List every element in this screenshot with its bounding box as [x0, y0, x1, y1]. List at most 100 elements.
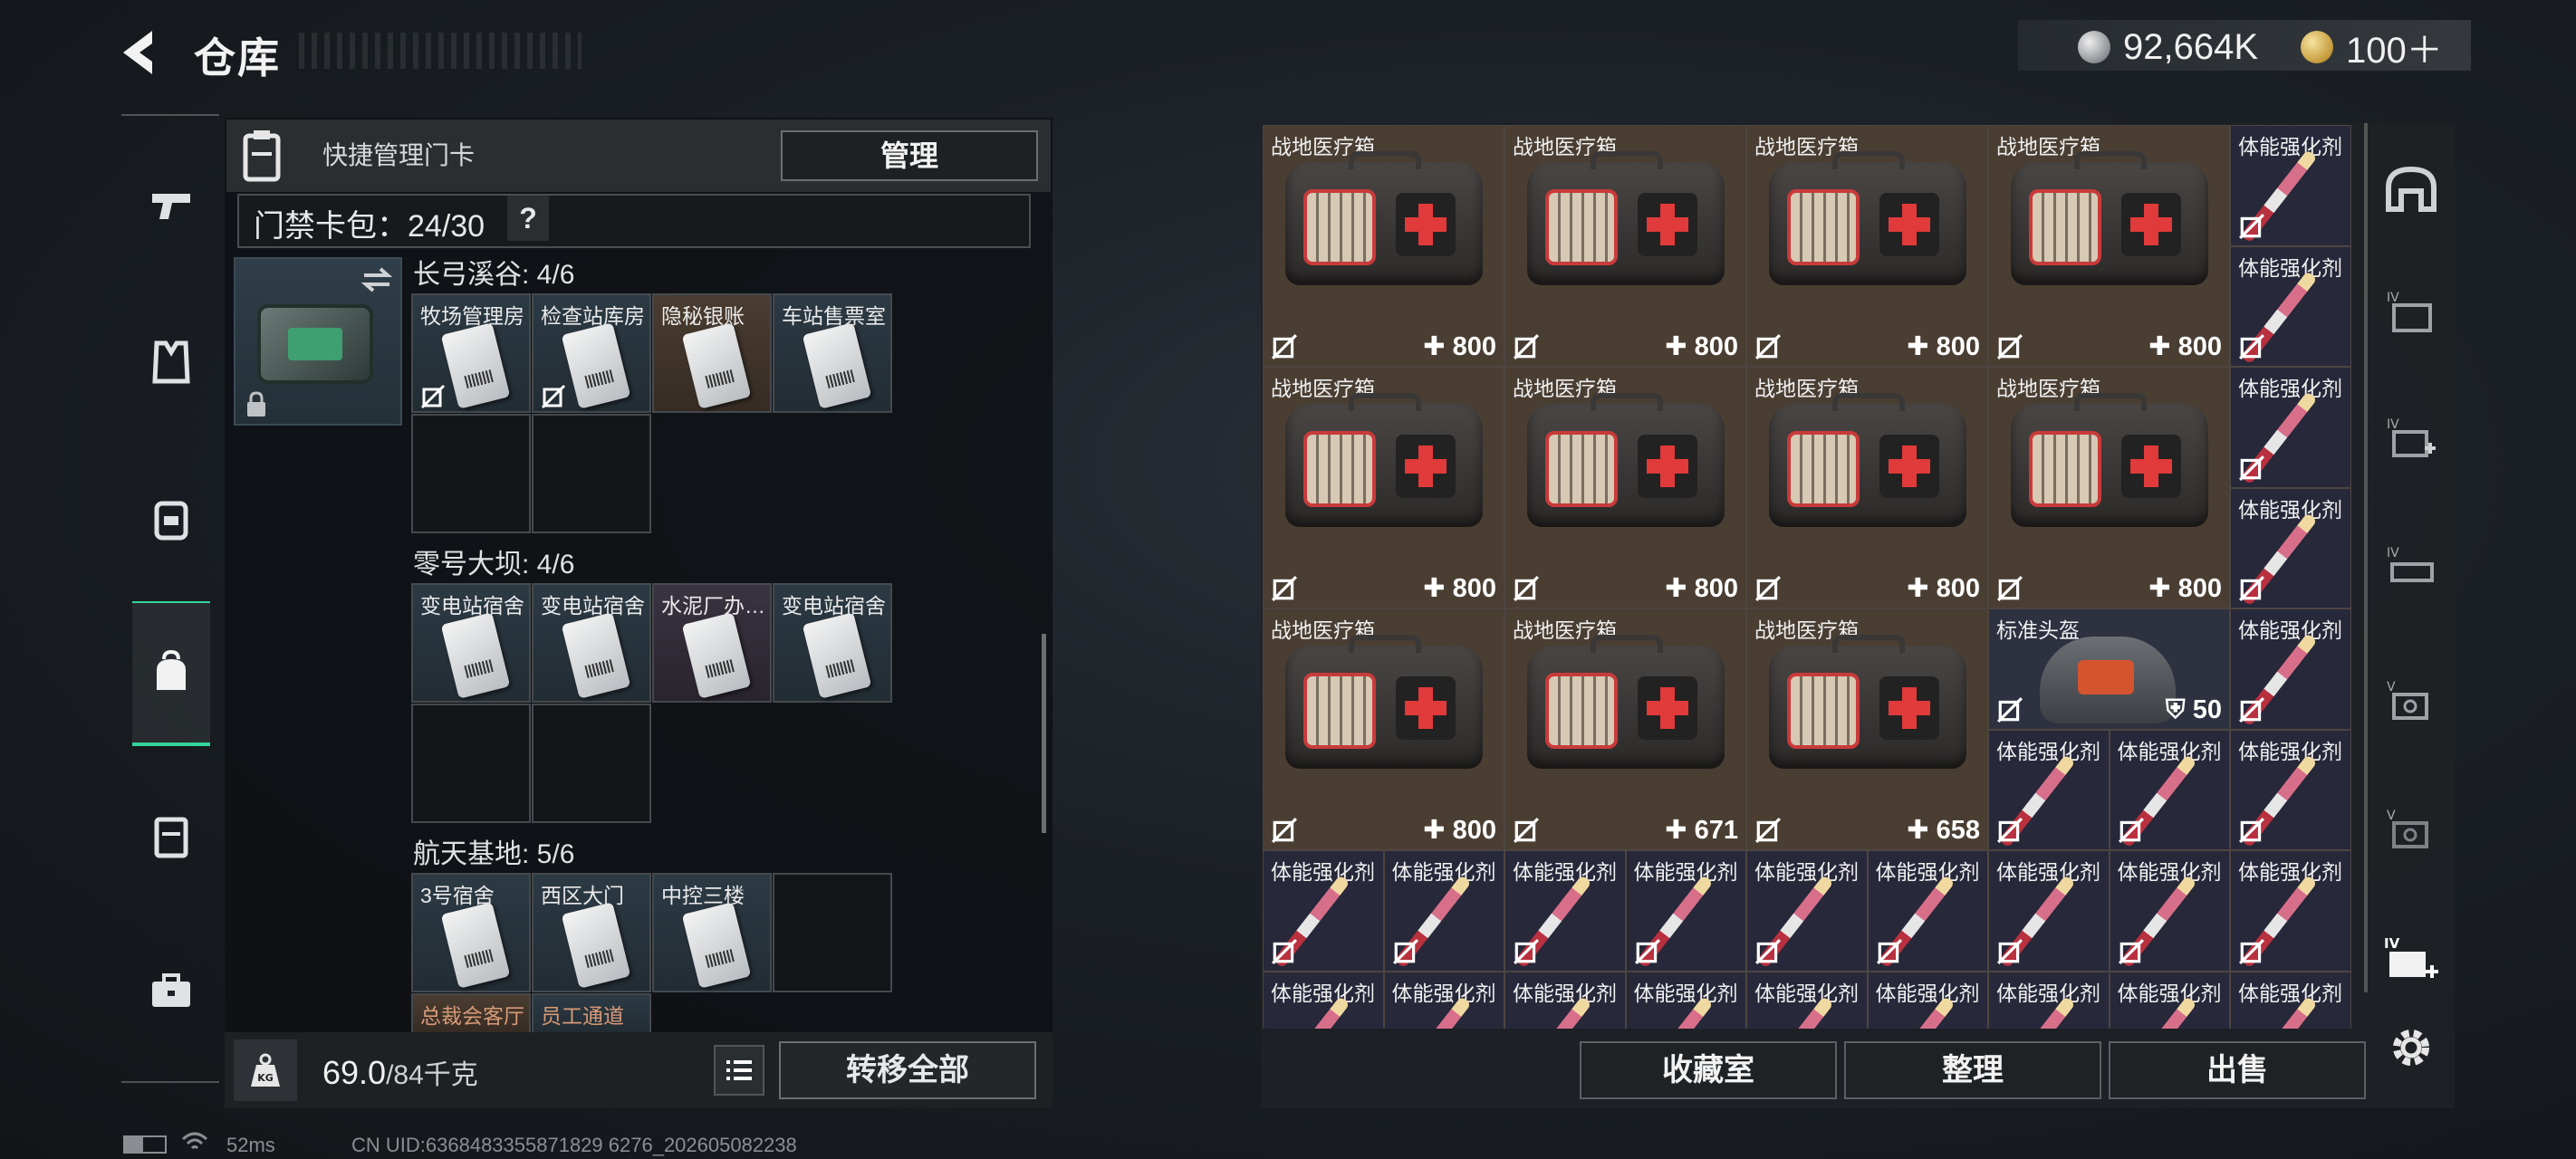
injector-item[interactable]: 体能强化剂 — [1263, 850, 1384, 972]
injector-item[interactable]: 体能强化剂 — [1867, 850, 1988, 972]
injector-item[interactable]: 体能强化剂 — [2230, 487, 2351, 608]
scrollbar[interactable] — [1042, 634, 1046, 833]
injector-item[interactable]: 体能强化剂 — [2230, 608, 2351, 730]
injector-item[interactable]: 体能强化剂 — [1988, 850, 2110, 972]
empty-slot[interactable] — [532, 704, 651, 823]
empty-slot[interactable] — [773, 873, 892, 992]
keycard-slot-partial[interactable]: 员工通道 — [532, 993, 651, 1032]
item-name: 体能强化剂 — [1391, 981, 1496, 1005]
medkit-item[interactable]: 战地医疗箱 ✚ 800 — [1504, 367, 1746, 608]
injector-item[interactable]: 体能强化剂 — [1988, 729, 2110, 850]
item-name: 体能强化剂 — [1633, 981, 1738, 1005]
medkit-item[interactable]: 战地医疗箱 ✚ 800 — [1504, 125, 1746, 367]
item-name: 体能强化剂 — [1513, 860, 1617, 884]
keycard-holder-slot[interactable] — [234, 257, 402, 426]
injector-item[interactable]: 体能强化剂 — [1625, 971, 1746, 1029]
right-nav-item[interactable]: V — [2366, 790, 2456, 871]
keycard-slot[interactable]: 变电站宿舍 — [773, 583, 892, 703]
keycard-slot[interactable]: 检查站库房 — [532, 293, 651, 413]
injector-item[interactable]: 体能强化剂 — [2230, 850, 2351, 972]
injector-item[interactable]: 体能强化剂 — [1383, 850, 1504, 972]
injector-item[interactable]: 体能强化剂 — [1504, 850, 1626, 972]
empty-slot[interactable] — [411, 414, 531, 533]
item-name: 体能强化剂 — [2238, 618, 2342, 642]
empty-slot[interactable] — [532, 414, 651, 533]
injector-item[interactable]: 体能强化剂 — [2230, 367, 2351, 488]
injector-item[interactable]: 体能强化剂 — [1625, 850, 1746, 972]
keycard-slot[interactable]: 西区大门 — [532, 873, 651, 992]
injector-item[interactable]: 体能强化剂 — [2109, 971, 2230, 1029]
injector-item[interactable]: 体能强化剂 — [2109, 850, 2230, 972]
nav-armor[interactable] — [132, 317, 210, 407]
injector-item[interactable]: 体能强化剂 — [1263, 971, 1384, 1029]
list-view-button[interactable] — [714, 1045, 764, 1096]
right-nav-item[interactable]: IV — [2366, 527, 2456, 608]
right-nav-home[interactable] — [2366, 148, 2456, 230]
medkit-item[interactable]: 战地医疗箱 ✚ 800 — [1988, 367, 2230, 608]
right-nav-item[interactable]: IV — [2366, 398, 2456, 480]
injector-item[interactable]: 体能强化剂 — [2230, 971, 2351, 1029]
keycard-slot[interactable]: 车站售票室 — [773, 293, 892, 413]
item-name: 体能强化剂 — [2238, 739, 2342, 763]
medkit-item[interactable]: 战地医疗箱 ✚ 800 — [1263, 125, 1504, 367]
help-icon[interactable]: ? — [507, 196, 549, 241]
keycard-slot[interactable]: 变电站宿舍 — [532, 583, 651, 703]
empty-slot[interactable] — [411, 704, 531, 823]
gold-currency[interactable]: 100＋ — [2301, 25, 2443, 71]
back-button[interactable] — [116, 25, 165, 80]
item-name: 体能强化剂 — [2238, 981, 2342, 1005]
gold-amount: 100＋ — [2346, 31, 2443, 71]
no-trade-icon — [1755, 938, 1781, 964]
no-trade-icon — [1514, 938, 1539, 964]
nav-weapons[interactable] — [132, 159, 210, 250]
medkit-item[interactable]: 战地医疗箱 ✚ 658 — [1746, 608, 1988, 850]
transfer-all-button[interactable]: 转移全部 — [779, 1041, 1036, 1099]
keycard-slot[interactable]: 隐秘银账 — [652, 293, 772, 413]
injector-item[interactable]: 体能强化剂 — [1504, 971, 1626, 1029]
injector-item[interactable]: 体能强化剂 — [1746, 850, 1868, 972]
keycard-slot-partial[interactable]: 总裁会客厅 — [411, 993, 531, 1032]
medkit-item[interactable]: 战地医疗箱 ✚ 671 — [1504, 608, 1746, 850]
helmet-item[interactable]: 标准头盔 ⛨ 50 — [1988, 608, 2230, 730]
settings-button[interactable] — [2366, 1007, 2456, 1088]
nav-container[interactable] — [132, 791, 210, 882]
collection-room-button[interactable]: 收藏室 — [1580, 1041, 1837, 1099]
keycard-slot[interactable]: 3号宿舍 — [411, 873, 531, 992]
manage-button[interactable]: 管理 — [781, 130, 1038, 181]
no-trade-icon — [1514, 576, 1539, 601]
keycard-slot[interactable]: 变电站宿舍 — [411, 583, 531, 703]
inventory-grid: 战地医疗箱 ✚ 800 战地医疗箱 ✚ 800 战地医疗箱 ✚ 800 战地医疗箱 ✚ 800… — [1263, 125, 2351, 1029]
item-name: 体能强化剂 — [1513, 981, 1617, 1005]
injector-item[interactable]: 体能强化剂 — [1383, 971, 1504, 1029]
keycard-slot[interactable]: 中控三楼 — [652, 873, 772, 992]
nav-backpack[interactable] — [132, 473, 210, 563]
medkit-item[interactable]: 战地医疗箱 ✚ 800 — [1746, 367, 1988, 608]
medkit-item[interactable]: 战地医疗箱 ✚ 800 — [1988, 125, 2230, 367]
item-name: 体能强化剂 — [2117, 860, 2222, 884]
injector-item[interactable]: 体能强化剂 — [2230, 245, 2351, 367]
right-nav-item[interactable]: V — [2366, 661, 2456, 742]
right-nav-item-active[interactable]: IV — [2366, 920, 2456, 1001]
nav-case[interactable] — [132, 945, 210, 1036]
keycard-image — [561, 322, 631, 409]
nav-bag-active[interactable] — [132, 601, 210, 746]
backpack-icon — [154, 501, 188, 541]
card-count-text: 门禁卡包：24/30 — [254, 209, 485, 244]
injector-item[interactable]: 体能强化剂 — [2109, 729, 2230, 850]
no-trade-icon — [1514, 818, 1539, 843]
injector-item[interactable]: 体能强化剂 — [2230, 729, 2351, 850]
no-trade-icon — [1392, 938, 1418, 964]
keycard-slot[interactable]: 牧场管理房 — [411, 293, 531, 413]
keycard-slot[interactable]: 水泥厂办… — [652, 583, 772, 703]
medkit-item[interactable]: 战地医疗箱 ✚ 800 — [1746, 125, 1988, 367]
injector-item[interactable]: 体能强化剂 — [1746, 971, 1868, 1029]
sell-button[interactable]: 出售 — [2109, 1041, 2366, 1099]
sort-button[interactable]: 整理 — [1844, 1041, 2101, 1099]
medical-iv-active-icon: IV — [2384, 935, 2438, 978]
medkit-item[interactable]: 战地医疗箱 ✚ 800 — [1263, 367, 1504, 608]
injector-item[interactable]: 体能强化剂 — [1988, 971, 2110, 1029]
injector-item[interactable]: 体能强化剂 — [2230, 125, 2351, 246]
injector-item[interactable]: 体能强化剂 — [1867, 971, 1988, 1029]
right-nav-item[interactable]: IV — [2366, 272, 2456, 353]
medkit-item[interactable]: 战地医疗箱 ✚ 800 — [1263, 608, 1504, 850]
